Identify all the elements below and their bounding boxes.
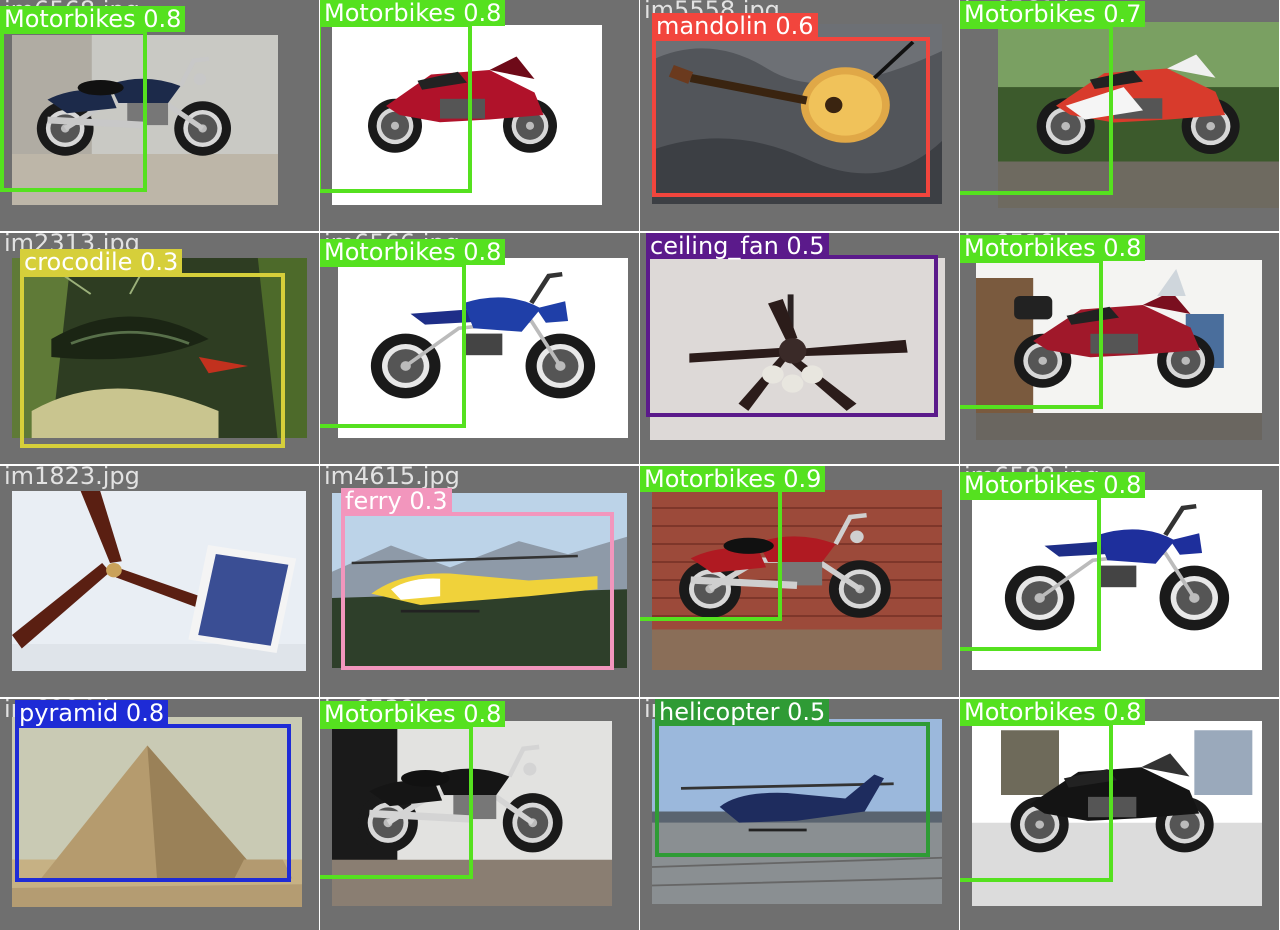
bounding-box bbox=[320, 263, 466, 428]
detection-label: Motorbikes 0.8 bbox=[0, 6, 186, 32]
bounding-box bbox=[960, 722, 1113, 882]
bounding-box bbox=[960, 25, 1113, 195]
bounding-box bbox=[341, 512, 614, 670]
detection-label: Motorbikes 0.8 bbox=[960, 699, 1146, 725]
detection-tile[interactable]: im6519.jpgMotorbikes 0.8 bbox=[960, 233, 1279, 464]
tile-image bbox=[12, 491, 306, 671]
detection-tile[interactable]: im6539.jpgMotorbikes 0.8 bbox=[320, 699, 639, 930]
detection-tile[interactable]: im6568.jpgMotorbikes 0.8 bbox=[0, 0, 319, 231]
detection-label: helicopter 0.5 bbox=[655, 699, 830, 725]
bounding-box bbox=[0, 30, 147, 192]
detection-tile[interactable]: im6994.jpgpyramid 0.8 bbox=[0, 699, 319, 930]
detection-tile[interactable]: im2313.jpg crocodile 0.3 bbox=[0, 233, 319, 464]
detection-label: Motorbikes 0.8 bbox=[960, 235, 1146, 261]
bounding-box bbox=[640, 486, 782, 621]
bounding-box bbox=[960, 496, 1101, 651]
bounding-box bbox=[20, 273, 285, 448]
detection-label: ferry 0.3 bbox=[341, 488, 452, 514]
detection-tile[interactable]: im6514.jpgMotorbikes 0.8 bbox=[320, 0, 639, 231]
detection-results-grid: im6568.jpgMotorbikes 0.8 im6514.jpgMotor… bbox=[0, 0, 1280, 930]
detection-tile[interactable]: im4607.jpghelicopter 0.5 bbox=[640, 699, 959, 930]
bounding-box bbox=[320, 23, 472, 193]
detection-tile[interactable]: im1825.jpgceiling_fan 0.5 bbox=[640, 233, 959, 464]
detection-label: mandolin 0.6 bbox=[652, 13, 818, 39]
bounding-box bbox=[320, 725, 473, 879]
detection-label: Motorbikes 0.8 bbox=[320, 701, 506, 727]
detection-tile[interactable]: im6566.jpgMotorbikes 0.8 bbox=[320, 233, 639, 464]
bounding-box bbox=[960, 259, 1103, 409]
detection-tile[interactable]: im4615.jpg ferry 0.3 bbox=[320, 466, 639, 697]
detection-tile[interactable]: im6585.jpgMotorbikes 0.8 bbox=[960, 699, 1279, 930]
detection-tile[interactable]: im5558.jpg mandolin 0.6 bbox=[640, 0, 959, 231]
detection-label: Motorbikes 0.9 bbox=[640, 466, 826, 492]
detection-tile[interactable]: im1823.jpg bbox=[0, 466, 319, 697]
tile-filename: im1823.jpg bbox=[4, 466, 140, 490]
detection-tile[interactable]: im6588.jpgMotorbikes 0.8 bbox=[960, 466, 1279, 697]
detection-tile[interactable]: im6561.jpgMotorbikes 0.7 bbox=[960, 0, 1279, 231]
detection-tile[interactable]: im6557.jpgMotorbikes 0.9 bbox=[640, 466, 959, 697]
detection-label: ceiling_fan 0.5 bbox=[646, 233, 829, 259]
bounding-box bbox=[646, 255, 938, 417]
detection-label: pyramid 0.8 bbox=[15, 700, 169, 726]
detection-label: crocodile 0.3 bbox=[20, 249, 183, 275]
detection-label: Motorbikes 0.8 bbox=[320, 239, 506, 265]
detection-label: Motorbikes 0.8 bbox=[960, 472, 1146, 498]
detection-label: Motorbikes 0.8 bbox=[320, 0, 506, 26]
bounding-box bbox=[15, 724, 291, 882]
bounding-box bbox=[655, 722, 930, 857]
bounding-box bbox=[652, 37, 930, 197]
detection-label: Motorbikes 0.7 bbox=[960, 1, 1146, 27]
